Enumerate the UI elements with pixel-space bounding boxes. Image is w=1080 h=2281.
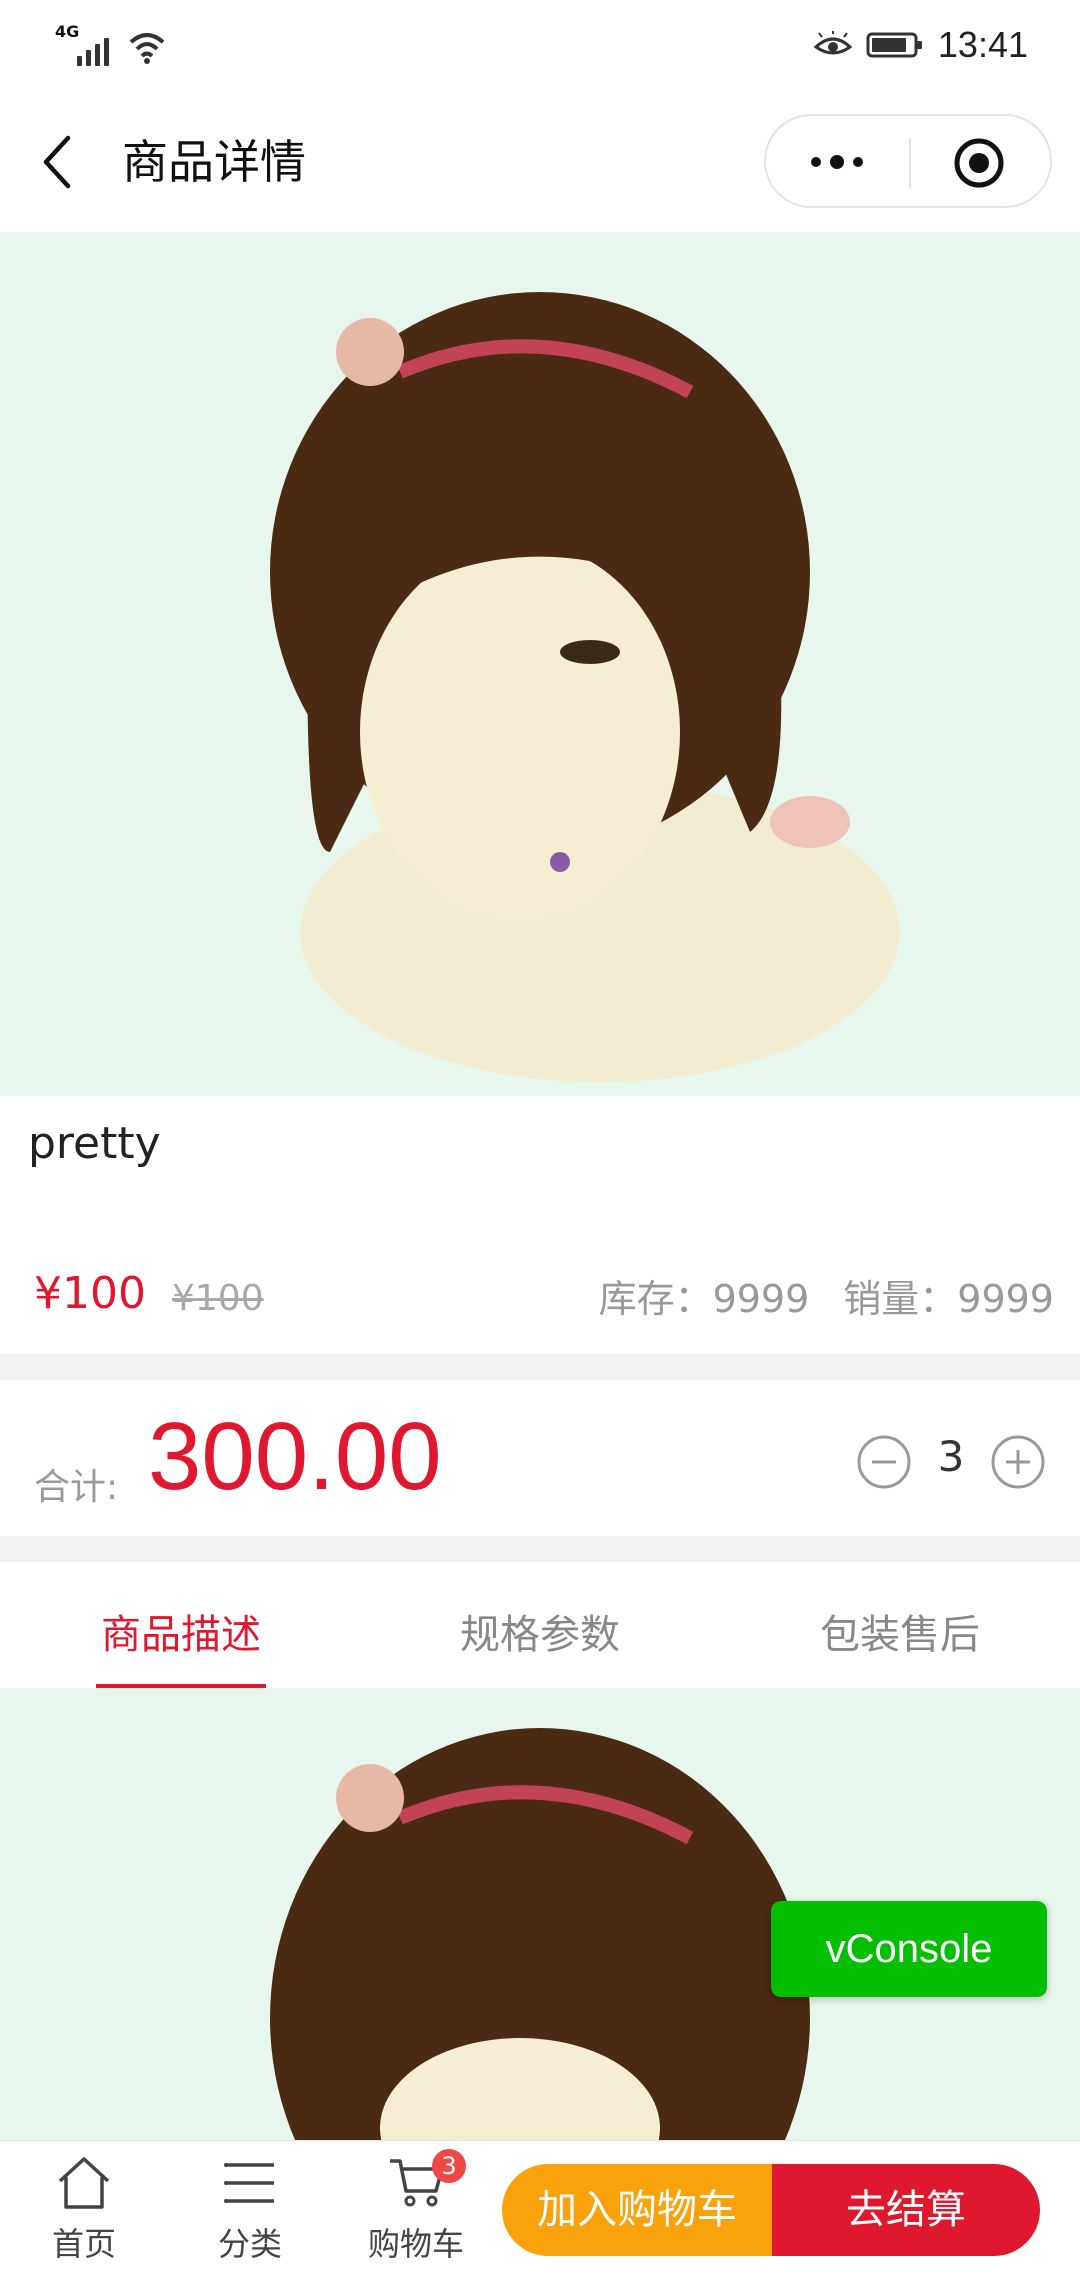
status-right: 13:41 — [813, 24, 1028, 66]
add-to-cart-button[interactable]: 加入购物车 — [502, 2164, 772, 2256]
clock: 13:41 — [937, 24, 1028, 65]
eye-comfort-icon — [813, 31, 852, 55]
stock-sales: 库存：9999 销量：9999 — [599, 1268, 1054, 1323]
total-label: 合计: — [34, 1467, 119, 1508]
cart-badge: 3 — [432, 2149, 466, 2183]
plus-icon[interactable] — [990, 1434, 1046, 1490]
cart-tab[interactable]: 3 购物车 — [356, 2149, 476, 2265]
battery-icon — [866, 32, 922, 58]
tab-specs[interactable]: 规格参数 — [390, 1602, 690, 1660]
wifi-icon — [129, 33, 165, 64]
category-label: 分类 — [217, 2225, 282, 2263]
capsule-divider — [909, 138, 911, 188]
total-row: 合计: 300.00 3 — [0, 1380, 1080, 1534]
tab-after-sales[interactable]: 包装售后 — [750, 1602, 1050, 1660]
close-miniprogram-icon[interactable] — [952, 136, 1006, 190]
nav-bar: 商品详情 — [0, 92, 1080, 232]
status-bar: 4G 13:41 — [0, 0, 1080, 92]
price-row: ¥100 ¥100 库存：9999 销量：9999 — [0, 1254, 1080, 1334]
home-icon — [58, 2157, 110, 2209]
section-divider — [0, 1354, 1080, 1380]
stock-count: 库存：9999 — [598, 1277, 810, 1321]
quantity-value[interactable]: 3 — [930, 1432, 972, 1481]
mini-program-capsule — [764, 114, 1052, 208]
vconsole-button[interactable]: vConsole — [771, 1901, 1047, 1997]
signal-icon — [77, 38, 109, 66]
category-tab[interactable]: 分类 — [190, 2155, 310, 2265]
sales-count: 销量：9999 — [843, 1277, 1054, 1321]
network-type: 4G — [55, 22, 80, 41]
detail-tabs: 商品描述 规格参数 包装售后 — [0, 1562, 1080, 1688]
product-image[interactable] — [0, 232, 1080, 1096]
section-divider — [0, 1536, 1080, 1562]
home-label: 首页 — [51, 2225, 116, 2263]
more-icon[interactable] — [804, 144, 870, 180]
total-value: 300.00 — [148, 1403, 442, 1510]
product-name: pretty — [28, 1118, 161, 1169]
cart-label: 购物车 — [367, 2225, 464, 2263]
back-arrow-icon[interactable] — [38, 132, 78, 192]
home-tab[interactable]: 首页 — [24, 2155, 144, 2265]
checkout-button[interactable]: 去结算 — [772, 2164, 1040, 2256]
status-left: 4G — [55, 22, 167, 66]
current-price: ¥100 — [34, 1268, 146, 1319]
original-price: ¥100 — [172, 1278, 264, 1319]
list-icon — [224, 2163, 274, 2203]
product-illustration — [0, 232, 1080, 1096]
page-title: 商品详情 — [122, 135, 306, 189]
tab-description[interactable]: 商品描述 — [31, 1602, 331, 1660]
minus-icon[interactable] — [856, 1434, 912, 1490]
